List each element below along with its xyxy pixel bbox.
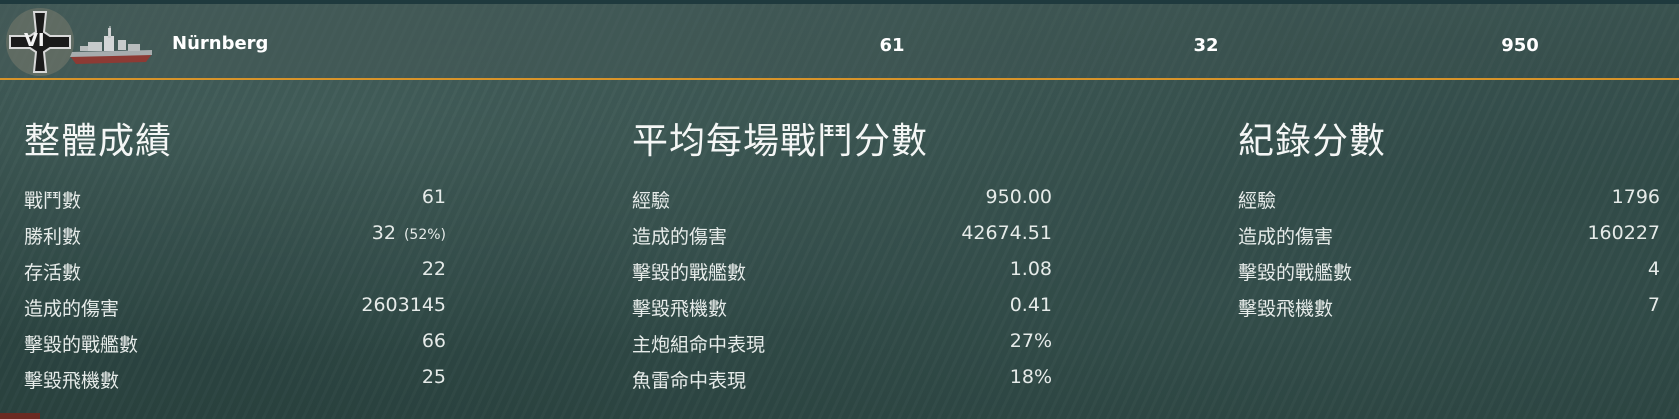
ship-name: Nürnberg — [172, 33, 269, 54]
stat-row: 主炮組命中表現 27% — [632, 330, 1052, 366]
stat-value: 18% — [1009, 366, 1052, 388]
stat-label: 經驗 — [632, 190, 671, 212]
stat-label: 造成的傷害 — [632, 226, 728, 248]
stat-row: 擊毀的戰艦數 4 — [1238, 258, 1660, 294]
stat-row: 擊毀飛機數 25 — [24, 366, 446, 402]
stat-row: 擊毀飛機數 7 — [1238, 294, 1660, 330]
stat-label: 擊毀的戰艦數 — [24, 334, 139, 356]
ship-battles-count: 61 — [879, 35, 905, 56]
average-stats-title: 平均每場戰鬥分數 — [632, 121, 929, 162]
stat-value-group: 32 (52%) — [372, 222, 446, 244]
stat-label: 存活數 — [24, 262, 82, 284]
stat-label: 造成的傷害 — [24, 298, 120, 320]
stat-value-group: 4 — [1648, 258, 1660, 280]
record-stats-column: 紀錄分數 經驗 1796 造成的傷害 160227 擊毀的戰艦數 4 擊毀飛機數 7 — [1238, 112, 1660, 330]
bottom-accent — [0, 413, 40, 419]
stat-value: 1796 — [1611, 186, 1660, 208]
stat-value-group: 66 — [422, 330, 446, 352]
stat-label: 經驗 — [1238, 190, 1277, 212]
cruiser-ship-icon — [70, 26, 152, 64]
stat-value: 0.41 — [1009, 294, 1052, 316]
accent-divider — [0, 78, 1679, 80]
average-stats-list: 經驗 950.00 造成的傷害 42674.51 擊毀的戰艦數 1.08 擊毀飛機數 0.41… — [632, 186, 1052, 402]
average-stats-column: 平均每場戰鬥分數 經驗 950.00 造成的傷害 42674.51 擊毀的戰艦數 1.08… — [632, 112, 1052, 402]
ship-summary-row[interactable]: VI Nürnberg 61 32 950 — [0, 4, 1679, 80]
stat-value: 66 — [421, 330, 446, 352]
ship-tier: VI — [24, 30, 45, 51]
stat-row: 造成的傷害 2603145 — [24, 294, 446, 330]
stat-label: 魚雷命中表現 — [632, 370, 747, 392]
stat-value-group: 42674.51 — [961, 222, 1052, 244]
record-stats-list: 經驗 1796 造成的傷害 160227 擊毀的戰艦數 4 擊毀飛機數 7 — [1238, 186, 1660, 330]
stat-row: 擊毀飛機數 0.41 — [632, 294, 1052, 330]
record-stats-title: 紀錄分數 — [1238, 121, 1387, 162]
stat-label: 擊毀飛機數 — [1238, 298, 1334, 320]
stat-row: 造成的傷害 160227 — [1238, 222, 1660, 258]
ship-stats-panel: VI Nürnberg 61 32 950 整體成績 戰鬥數 61 勝利數 32 (52… — [0, 0, 1679, 419]
stat-label: 主炮組命中表現 — [632, 334, 766, 356]
stat-value-group: 22 — [422, 258, 446, 280]
stat-label: 擊毀飛機數 — [24, 370, 120, 392]
stat-value-group: 2603145 — [361, 294, 446, 316]
stat-value: 61 — [421, 186, 446, 208]
stat-label: 勝利數 — [24, 226, 82, 248]
stat-value-group: 160227 — [1587, 222, 1660, 244]
stat-row: 經驗 1796 — [1238, 186, 1660, 222]
stat-row: 存活數 22 — [24, 258, 446, 294]
stat-row: 戰鬥數 61 — [24, 186, 446, 222]
stat-value: 7 — [1647, 294, 1660, 316]
stat-row: 魚雷命中表現 18% — [632, 366, 1052, 402]
stat-value-group: 1.08 — [1010, 258, 1052, 280]
stat-value-group: 1796 — [1612, 186, 1660, 208]
stat-label: 擊毀的戰艦數 — [632, 262, 747, 284]
stat-value: 160227 — [1587, 222, 1660, 244]
stat-label: 戰鬥數 — [24, 190, 82, 212]
stat-row: 勝利數 32 (52%) — [24, 222, 446, 258]
overall-stats-title: 整體成績 — [24, 121, 173, 162]
overall-stats-column: 整體成績 戰鬥數 61 勝利數 32 (52%) 存活數 22 造成的傷害 2603145 擊毀的… — [24, 112, 446, 402]
stat-value-group: 0.41 — [1010, 294, 1052, 316]
stat-row: 經驗 950.00 — [632, 186, 1052, 222]
stat-value-group: 7 — [1648, 294, 1660, 316]
stat-value-group: 27% — [1010, 330, 1052, 352]
stat-percentage: (52%) — [403, 227, 446, 243]
stat-value-group: 25 — [422, 366, 446, 388]
stat-value: 1.08 — [1009, 258, 1052, 280]
ship-victories-count: 32 — [1193, 35, 1219, 56]
stat-value: 950.00 — [985, 186, 1052, 208]
stat-value: 4 — [1647, 258, 1660, 280]
overall-stats-list: 戰鬥數 61 勝利數 32 (52%) 存活數 22 造成的傷害 2603145 擊毀的戰艦數 66… — [24, 186, 446, 402]
stat-row: 擊毀的戰艦數 1.08 — [632, 258, 1052, 294]
stat-value: 27% — [1009, 330, 1052, 352]
stat-row: 造成的傷害 42674.51 — [632, 222, 1052, 258]
stat-value: 25 — [421, 366, 446, 388]
stat-value-group: 950.00 — [986, 186, 1052, 208]
stat-value: 2603145 — [361, 294, 446, 316]
stat-value-group: 61 — [422, 186, 446, 208]
stat-label: 擊毀的戰艦數 — [1238, 262, 1353, 284]
stat-value-group: 18% — [1010, 366, 1052, 388]
stat-value: 42674.51 — [961, 222, 1052, 244]
stat-label: 造成的傷害 — [1238, 226, 1334, 248]
stat-label: 擊毀飛機數 — [632, 298, 728, 320]
stat-value: 32 — [371, 222, 396, 244]
stat-value: 22 — [421, 258, 446, 280]
ship-average-xp: 950 — [1501, 35, 1539, 56]
stat-row: 擊毀的戰艦數 66 — [24, 330, 446, 366]
